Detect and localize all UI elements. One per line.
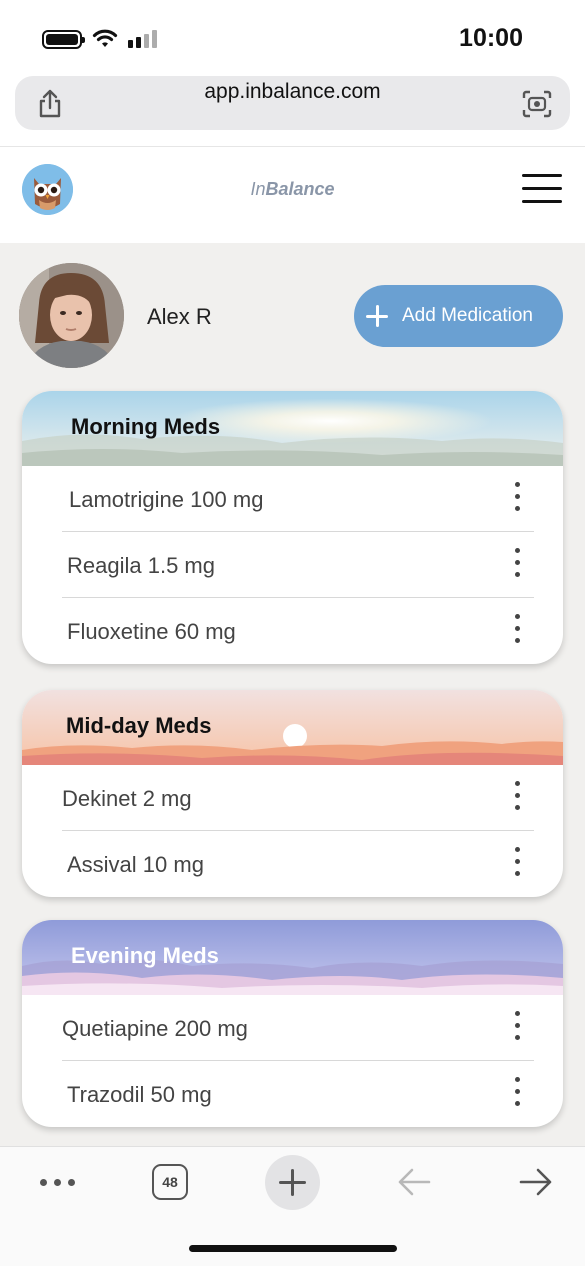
med-name: Trazodil 50 mg [67,1082,212,1107]
wifi-icon [92,29,118,47]
main-content: Alex R Add Medication Morning Meds Lamot… [0,243,585,1146]
status-bar: 10:00 [0,0,585,72]
more-vertical-icon[interactable] [510,1077,524,1111]
more-vertical-icon[interactable] [510,847,524,881]
home-indicator[interactable] [189,1245,397,1252]
card-header-morning: Morning Meds [22,391,563,466]
battery-icon [42,30,85,49]
list-item[interactable]: Reagila 1.5 mg [62,532,534,598]
more-vertical-icon[interactable] [510,482,524,516]
list-item[interactable]: Dekinet 2 mg [62,765,534,831]
more-vertical-icon[interactable] [510,1011,524,1045]
status-time: 10:00 [459,24,523,52]
med-name: Reagila 1.5 mg [67,553,215,578]
list-item[interactable]: Trazodil 50 mg [62,1061,534,1127]
back-arrow-icon[interactable] [396,1165,432,1199]
camera-lens-icon[interactable] [522,90,552,118]
avatar[interactable] [19,263,124,368]
signal-icon [128,30,157,48]
med-name: Assival 10 mg [67,852,204,877]
list-item[interactable]: Assival 10 mg [62,831,534,897]
med-name: Dekinet 2 mg [62,786,192,811]
new-tab-icon[interactable] [265,1155,320,1210]
plus-icon [366,305,388,327]
card-title: Evening Meds [71,943,219,968]
url-text[interactable]: app.inbalance.com [15,80,570,104]
list-item[interactable]: Lamotrigine 100 mg [62,466,534,532]
med-name: Fluoxetine 60 mg [67,619,236,644]
more-vertical-icon[interactable] [510,614,524,648]
med-name: Quetiapine 200 mg [62,1016,248,1041]
url-bar[interactable]: app.inbalance.com [15,76,570,130]
evening-meds-card: Evening Meds Quetiapine 200 mg Trazodil … [22,920,563,1127]
morning-meds-card: Morning Meds Lamotrigine 100 mg Reagila … [22,391,563,664]
more-vertical-icon[interactable] [510,781,524,815]
midday-meds-card: Mid-day Meds Dekinet 2 mg Assival 10 mg [22,690,563,897]
card-header-evening: Evening Meds [22,920,563,995]
med-name: Lamotrigine 100 mg [69,487,264,512]
user-name: Alex R [147,304,212,329]
more-vertical-icon[interactable] [510,548,524,582]
app-header: InBalance [0,146,585,243]
card-header-midday: Mid-day Meds [22,690,563,765]
card-title: Morning Meds [71,414,221,439]
add-medication-label: Add Medication [402,305,533,326]
list-item[interactable]: Quetiapine 200 mg [62,995,534,1061]
card-title: Mid-day Meds [66,713,212,738]
brand-name: InBalance [250,179,335,199]
ellipsis-icon[interactable] [40,1179,76,1187]
tabs-icon[interactable]: 48 [152,1164,188,1200]
hamburger-menu-icon[interactable] [522,174,562,204]
forward-arrow-icon[interactable] [518,1165,554,1199]
add-medication-button[interactable]: Add Medication [354,285,563,347]
list-item[interactable]: Fluoxetine 60 mg [62,598,534,664]
